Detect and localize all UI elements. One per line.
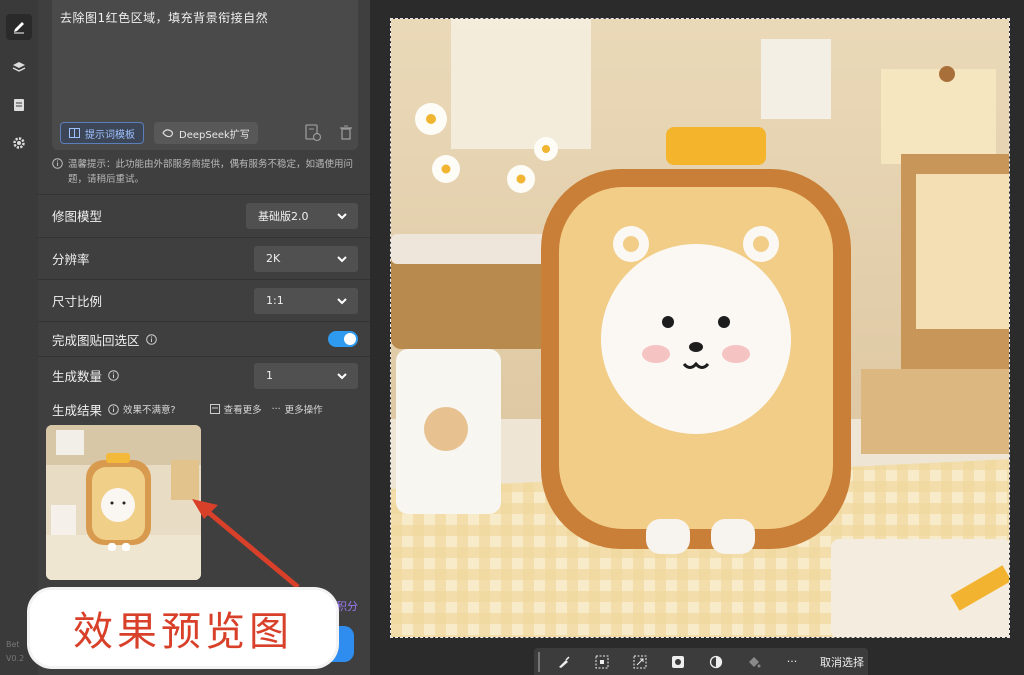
toolbar-divider — [538, 652, 540, 672]
expand-selection-button[interactable] — [630, 652, 650, 672]
view-more-link[interactable]: 查看更多 — [224, 402, 262, 416]
resolution-value: 2K — [266, 252, 281, 265]
resolution-label: 分辨率 — [52, 252, 90, 267]
model-value: 基础版2.0 — [258, 209, 309, 223]
edit-tool-button[interactable] — [6, 14, 32, 40]
view-icon — [209, 404, 220, 414]
document-icon — [14, 99, 24, 111]
prompt-template-label: 提示词模板 — [85, 129, 135, 141]
more-actions-link[interactable]: 更多操作 — [285, 402, 323, 416]
credit-text: 积分 — [336, 600, 358, 613]
tip-text: 温馨提示：此功能由外部服务商提供，偶有服务不稳定，如遇使用问题，请稍后重试。 — [68, 159, 354, 185]
info-icon[interactable] — [145, 333, 157, 345]
count-value: 1 — [266, 369, 273, 382]
layers-icon — [12, 62, 26, 72]
chevron-down-icon — [337, 372, 347, 379]
settings-panel: 去除图1红色区域，填充背景衔接自然 提示词模板 DeepSeek扩写 温馨提示：… — [38, 0, 370, 675]
chevron-down-icon — [337, 212, 347, 219]
brush-tool-button[interactable] — [554, 652, 574, 672]
info-icon — [52, 158, 63, 169]
canvas-toolbar: ··· 取消选择 — [534, 648, 868, 675]
paste-back-row: 完成图贴回选区 — [38, 321, 370, 356]
canvas-photo — [391, 19, 1009, 637]
document-button[interactable] — [6, 92, 32, 118]
ratio-value: 1:1 — [266, 294, 284, 307]
history-button[interactable] — [305, 124, 322, 146]
ratio-select[interactable]: 1:1 — [254, 287, 358, 314]
prompt-text[interactable]: 去除图1红色区域，填充背景衔接自然 — [60, 9, 268, 26]
settings-button[interactable] — [6, 130, 32, 156]
info-icon — [108, 403, 119, 415]
fill-button[interactable] — [744, 652, 764, 672]
chevron-down-icon — [337, 255, 347, 262]
deepseek-expand-button[interactable]: DeepSeek扩写 — [154, 122, 258, 144]
deepseek-expand-label: DeepSeek扩写 — [179, 129, 250, 141]
prompt-input[interactable]: 去除图1红色区域，填充背景衔接自然 提示词模板 DeepSeek扩写 — [52, 0, 358, 150]
model-label: 修图模型 — [52, 209, 103, 224]
tip-notice: 温馨提示：此功能由外部服务商提供，偶有服务不稳定，如遇使用问题，请稍后重试。 — [52, 157, 358, 187]
book-icon — [69, 128, 80, 138]
mask-button[interactable] — [668, 652, 688, 672]
version-label-2: V0.2 — [6, 654, 25, 663]
left-rail: Bet V0.2 — [0, 0, 38, 675]
invert-icon — [709, 655, 723, 668]
brush-icon — [559, 655, 570, 668]
paste-back-label: 完成图贴回选区 — [52, 332, 140, 348]
history-doc-icon — [305, 124, 322, 142]
mask-icon — [672, 655, 684, 668]
results-label: 生成结果 — [52, 402, 103, 418]
result-thumbnail-image — [46, 425, 201, 580]
paste-back-toggle[interactable] — [328, 331, 358, 347]
resolution-row: 分辨率 2K — [38, 237, 370, 279]
cancel-selection-button[interactable]: 取消选择 — [820, 654, 864, 670]
ratio-label: 尺寸比例 — [52, 294, 103, 309]
results-header: 生成结果 效果不满意? 查看更多 ··· 更多操作 — [52, 400, 362, 418]
arrow-annotation — [192, 499, 300, 589]
paint-bucket-icon — [749, 656, 761, 667]
resolution-select[interactable]: 2K — [254, 245, 358, 272]
model-select[interactable]: 基础版2.0 — [246, 202, 358, 229]
select-frame-icon — [595, 655, 609, 668]
deepseek-whale-icon — [162, 129, 174, 138]
ellipsis-icon: ··· — [271, 403, 281, 415]
count-select[interactable]: 1 — [254, 362, 358, 389]
toggle-knob — [344, 333, 356, 345]
version-label-1: Bet — [6, 640, 20, 649]
pencil-icon — [14, 22, 24, 34]
count-label: 生成数量 — [52, 369, 103, 384]
expand-icon — [633, 655, 647, 668]
prompt-template-button[interactable]: 提示词模板 — [60, 122, 144, 144]
preview-callout: 效果预览图 — [30, 590, 336, 666]
count-row: 生成数量 1 — [38, 356, 370, 394]
select-object-button[interactable] — [592, 652, 612, 672]
layers-button[interactable] — [6, 54, 32, 80]
chevron-down-icon — [337, 297, 347, 304]
invert-button[interactable] — [706, 652, 726, 672]
callout-text: 效果预览图 — [73, 609, 293, 655]
result-thumbnail[interactable] — [46, 425, 201, 580]
info-icon[interactable] — [108, 370, 119, 381]
ratio-row: 尺寸比例 1:1 — [38, 279, 370, 321]
more-tools-button[interactable]: ··· — [782, 652, 802, 672]
canvas-image[interactable] — [390, 18, 1010, 638]
feedback-link[interactable]: 效果不满意? — [123, 402, 176, 416]
model-row: 修图模型 基础版2.0 — [38, 194, 370, 236]
trash-icon — [340, 125, 352, 140]
gear-icon — [13, 137, 25, 149]
clear-prompt-button[interactable] — [339, 125, 353, 145]
